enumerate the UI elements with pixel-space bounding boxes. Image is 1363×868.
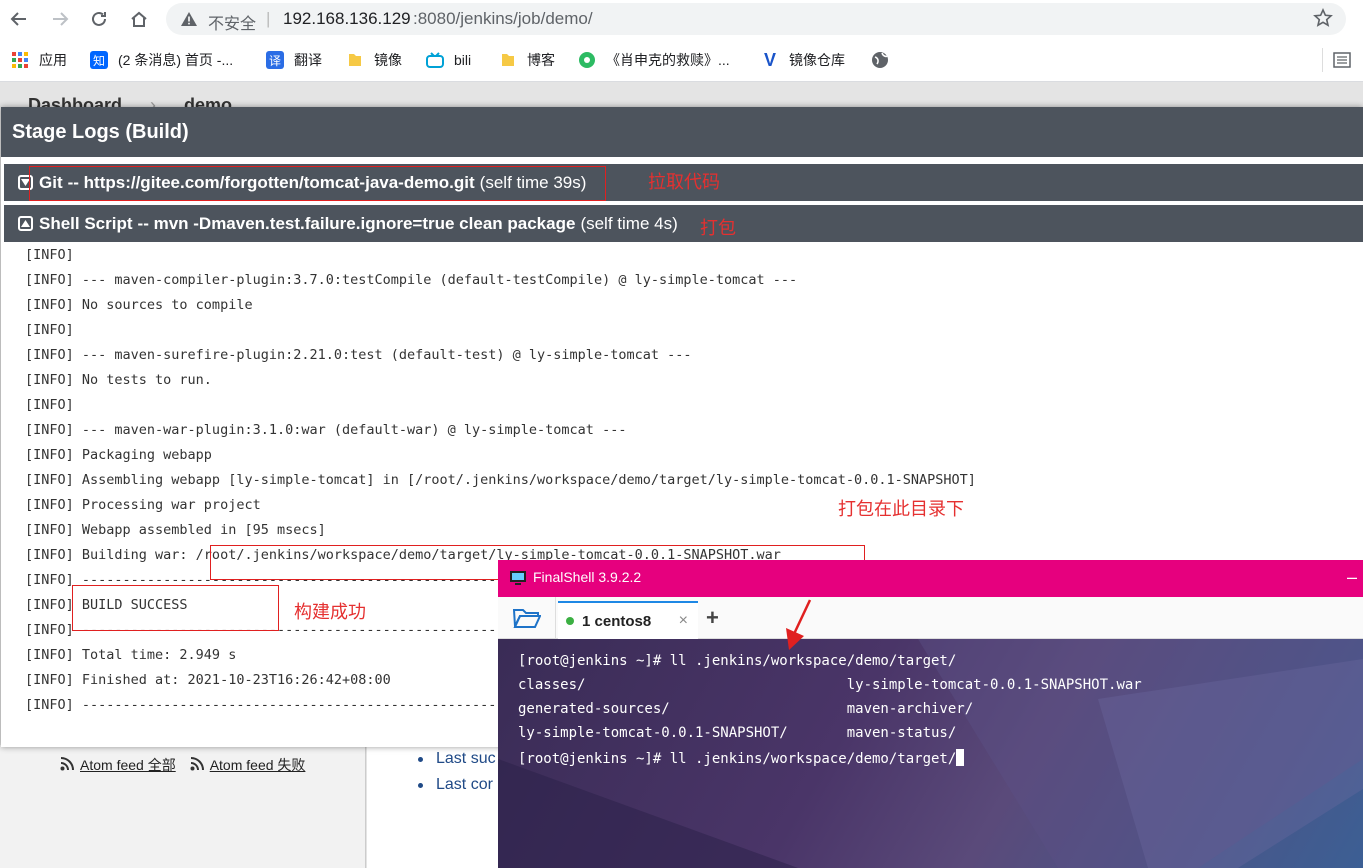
bookmark-label: (2 条消息) 首页 -... — [118, 52, 234, 68]
minimize-icon[interactable]: – — [1347, 567, 1357, 588]
bilibili-icon — [426, 51, 444, 69]
annotation-success: 构建成功 — [294, 602, 366, 622]
url-path: :8080/jenkins/job/demo/ — [413, 9, 593, 28]
reading-list-icon[interactable] — [1322, 48, 1351, 72]
log-line: [INFO] No sources to compile — [25, 297, 253, 313]
atom-feed-all-link[interactable]: Atom feed 全部 — [80, 755, 176, 775]
log-line: [INFO] --- maven-war-plugin:3.1.0:war (d… — [25, 422, 627, 438]
log-line: [INFO] No tests to run. — [25, 372, 212, 388]
annotation-package: 打包 — [700, 218, 736, 238]
annotation-box-git — [29, 166, 606, 201]
terminal-line: [root@jenkins ~]# ll .jenkins/workspace/… — [518, 751, 957, 767]
bookmark-label: bili — [454, 52, 472, 68]
browser-toolbar: 不安全 | 192.168.136.129 :8080/jenkins/job/… — [0, 0, 1363, 38]
bookmark-translate[interactable]: 译 翻译 — [266, 50, 322, 70]
bookmark-registry[interactable]: V 镜像仓库 — [761, 50, 845, 70]
terminal-line: [root@jenkins ~]# ll .jenkins/workspace/… — [518, 653, 957, 669]
v-logo-icon: V — [763, 49, 776, 70]
step-shell-script[interactable]: Shell Script -- mvn -Dmaven.test.failure… — [4, 205, 1363, 242]
warning-icon — [180, 11, 198, 30]
expand-toggle-icon[interactable] — [18, 216, 33, 231]
step-detail: -- mvn -Dmaven.test.failure.ignore=true … — [137, 213, 576, 233]
bookmark-label: 应用 — [39, 52, 67, 68]
terminal-line: ly-simple-tomcat-0.0.1-SNAPSHOT/ maven-s… — [518, 725, 957, 741]
close-icon[interactable]: × — [679, 612, 688, 630]
log-line: [INFO] Packaging webapp — [25, 447, 212, 463]
zhihu-icon: 知 — [90, 51, 108, 69]
terminal-cursor — [956, 749, 965, 766]
permalink-last-successful[interactable]: Last suc — [436, 750, 496, 768]
finalshell-title: FinalShell 3.9.2.2 — [533, 569, 642, 585]
address-bar[interactable]: 不安全 | 192.168.136.129 :8080/jenkins/job/… — [166, 3, 1346, 35]
list-bullet — [418, 757, 423, 762]
log-line: [INFO] --- maven-compiler-plugin:3.7.0:t… — [25, 272, 798, 288]
atom-feed-links: Atom feed 全部 Atom feed 失败 — [60, 755, 319, 775]
site-icon — [578, 51, 596, 69]
annotation-target-dir: 打包在此目录下 — [838, 499, 964, 519]
log-line: [INFO] --- maven-surefire-plugin:2.21.0:… — [25, 347, 692, 363]
folder-icon — [499, 51, 517, 69]
apps-grid-icon — [11, 51, 29, 69]
terminal-line: generated-sources/ maven-archiver/ — [518, 701, 974, 717]
annotation-box-success — [72, 585, 279, 631]
bookmark-label: 翻译 — [294, 52, 322, 68]
translate-icon: 译 — [266, 51, 284, 69]
bookmarks-bar: 应用 知 (2 条消息) 首页 -... 译 翻译 镜像 bili 博客 《肖申… — [0, 38, 1363, 82]
url-host: 192.168.136.129 — [283, 9, 411, 28]
home-icon[interactable] — [126, 6, 152, 32]
finalshell-logo-icon — [510, 571, 526, 589]
bookmark-mirror[interactable]: 镜像 — [346, 50, 402, 70]
bookmark-label: 《肖申克的救赎》... — [606, 52, 730, 68]
star-icon[interactable] — [1313, 8, 1333, 31]
bookmark-label: 镜像 — [374, 52, 402, 68]
dialog-title: Stage Logs (Build) — [12, 121, 189, 143]
rss-icon — [60, 756, 74, 774]
bookmark-label: 镜像仓库 — [789, 52, 845, 68]
log-line: [INFO] Webapp assembled in [95 msecs] — [25, 522, 326, 538]
bookmark-blog[interactable]: 博客 — [499, 50, 555, 70]
add-tab-icon[interactable]: + — [706, 605, 719, 631]
atom-feed-fail-link[interactable]: Atom feed 失败 — [210, 755, 306, 775]
log-line: [INFO] Processing war project — [25, 497, 261, 513]
finalshell-tabbar: 1 centos8 × + — [498, 597, 1363, 639]
rss-icon — [190, 756, 204, 774]
log-line: [INFO] Assembling webapp [ly-simple-tomc… — [25, 472, 976, 488]
bookmark-movie[interactable]: 《肖申克的救赎》... — [578, 50, 730, 70]
insecure-label: 不安全 — [208, 16, 257, 33]
folder-open-icon[interactable] — [498, 597, 556, 639]
log-line: [INFO] — [25, 322, 74, 338]
dialog-header: Stage Logs (Build) — [1, 107, 1363, 157]
log-line: [INFO] — [25, 397, 74, 413]
bookmark-bili[interactable]: bili — [426, 50, 471, 70]
bookmark-apps[interactable]: 应用 — [11, 50, 67, 70]
forward-icon[interactable] — [47, 6, 73, 32]
step-name: Shell Script — [39, 213, 133, 233]
log-line: [INFO] — [25, 247, 74, 263]
annotation-git: 拉取代码 — [648, 172, 720, 192]
bookmark-zhihu[interactable]: 知 (2 条消息) 首页 -... — [90, 50, 233, 70]
folder-icon — [346, 51, 364, 69]
back-icon[interactable] — [6, 6, 32, 32]
finalshell-window: FinalShell 3.9.2.2 – 1 centos8 × + [root… — [498, 560, 1363, 868]
list-bullet — [418, 783, 423, 788]
bookmark-globe[interactable] — [871, 50, 899, 70]
tab-label: 1 centos8 — [582, 612, 652, 630]
globe-icon — [871, 51, 889, 69]
terminal-line: classes/ ly-simple-tomcat-0.0.1-SNAPSHOT… — [518, 677, 1142, 693]
terminal[interactable]: [root@jenkins ~]# ll .jenkins/workspace/… — [498, 639, 1363, 868]
url-divider: | — [266, 9, 271, 28]
bookmark-label: 博客 — [527, 52, 555, 68]
tab-centos8[interactable]: 1 centos8 × — [558, 601, 698, 639]
terminal-prompt-line: [root@jenkins ~]# ll .jenkins/workspace/… — [518, 749, 965, 767]
finalshell-titlebar: FinalShell 3.9.2.2 – — [498, 560, 1363, 597]
reload-icon[interactable] — [86, 6, 112, 32]
permalink-last-completed[interactable]: Last cor — [436, 776, 493, 794]
connected-dot-icon — [566, 617, 574, 625]
step-time: (self time 4s) — [580, 213, 678, 233]
annotation-arrow — [786, 599, 812, 650]
